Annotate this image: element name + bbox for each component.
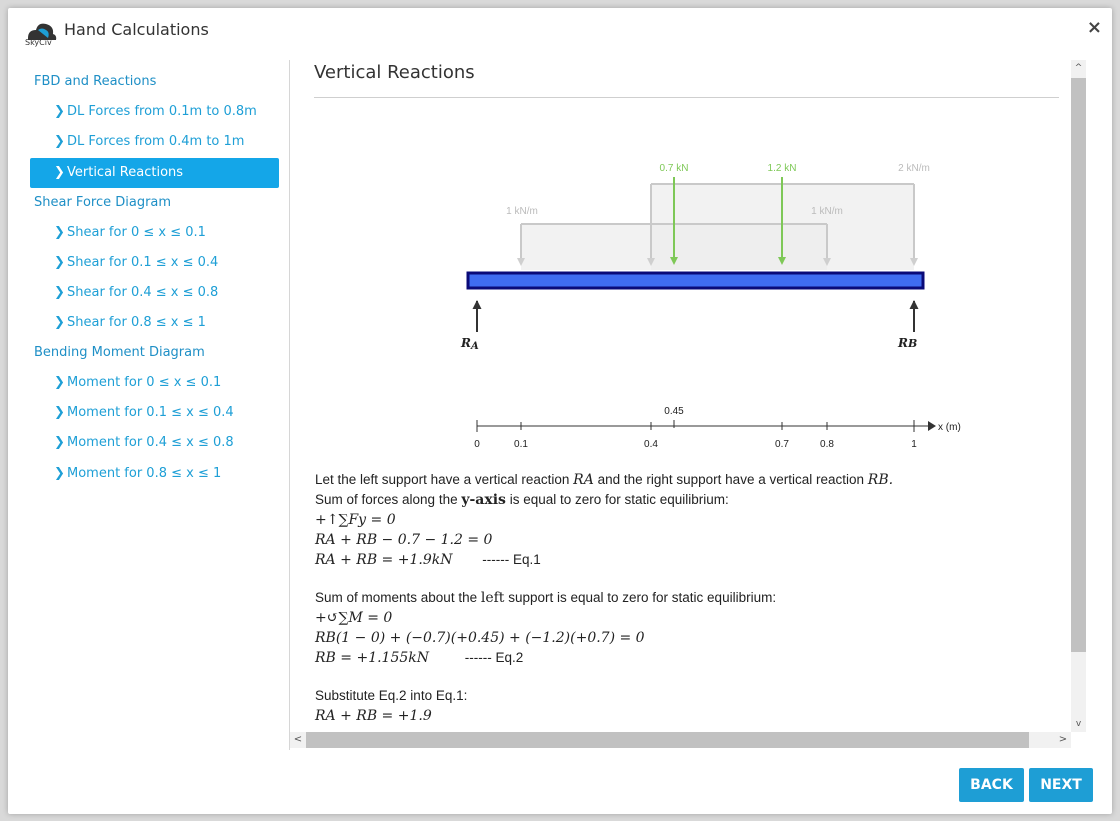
content-panel: Vertical Reactions 1 kN/m 1 kN/m 2 kN/m … (298, 60, 1071, 732)
equation-1: RA + RB = +1.9kN (315, 552, 453, 568)
reaction-label-a: RA (460, 336, 479, 352)
scroll-down-icon[interactable]: v (1071, 716, 1086, 732)
chevron-right-icon: ❯ (54, 134, 65, 149)
axis-top-tick-label: 0.45 (664, 406, 684, 417)
udl-label-top: 2 kN/m (898, 163, 930, 174)
hand-calculations-modal: SkyCiv Hand Calculations × FBD and React… (8, 8, 1112, 814)
sidebar-item-bending-moment-diagram[interactable]: Bending Moment Diagram (30, 338, 279, 368)
beam (466, 271, 925, 290)
sidebar-item-label: Shear for 0.1 ≤ x ≤ 0.4 (67, 255, 219, 270)
sidebar-item-label: Shear for 0.4 ≤ x ≤ 0.8 (67, 285, 219, 300)
sidebar-item-label: Shear for 0.8 ≤ x ≤ 1 (67, 315, 206, 330)
sidebar-item-shear-0.4-0.8[interactable]: ❯ Shear for 0.4 ≤ x ≤ 0.8 (30, 278, 279, 308)
equation-moments: RB(1 − 0) + (−0.7)(+0.45) + (−1.2)(+0.7)… (315, 630, 645, 646)
sidebar-nav: FBD and Reactions ❯ DL Forces from 0.1m t… (30, 60, 280, 750)
close-icon[interactable]: × (1087, 17, 1102, 38)
equation-1-tag: ------ Eq.1 (482, 552, 541, 567)
text-intro-a: Let the left support have a vertical rea… (315, 472, 570, 487)
equation-forces: RA + RB − 0.7 − 1.2 = 0 (315, 532, 493, 548)
paragraph-intro: Let the left support have a vertical rea… (315, 470, 893, 570)
sidebar-item-moment-0.8-1[interactable]: ❯ Moment for 0.8 ≤ x ≤ 1 (30, 459, 279, 489)
chevron-right-icon: ❯ (54, 285, 65, 300)
axis-tick-0: 0 (474, 439, 480, 450)
point-load-label-2: 1.2 kN (768, 163, 797, 174)
back-button[interactable]: BACK (959, 768, 1024, 802)
sidebar-item-shear-0-0.1[interactable]: ❯ Shear for 0 ≤ x ≤ 0.1 (30, 218, 279, 248)
reaction-label-b: RB (897, 336, 917, 350)
udl-label-right: 1 kN/m (811, 206, 843, 217)
sidebar-item-label: FBD and Reactions (34, 74, 157, 89)
chevron-right-icon: ❯ (54, 435, 65, 450)
vertical-scroll-thumb[interactable] (1071, 78, 1086, 652)
free-body-diagram: 1 kN/m 1 kN/m 2 kN/m 0.7 kN 1.2 kN RA RB (460, 163, 961, 450)
text-sum-forces-b: is equal to zero for static equilibrium: (509, 492, 729, 507)
sidebar-item-shear-0.1-0.4[interactable]: ❯ Shear for 0.1 ≤ x ≤ 0.4 (30, 248, 279, 278)
sidebar-item-moment-0.4-0.8[interactable]: ❯ Moment for 0.4 ≤ x ≤ 0.8 (30, 428, 279, 458)
text-substitute: Substitute Eq.2 into Eq.1: (315, 688, 468, 703)
scroll-up-icon[interactable]: ^ (1071, 60, 1086, 76)
panel-divider (289, 60, 290, 750)
axis-tick-0.1: 0.1 (514, 439, 528, 450)
sidebar-item-label: Shear Force Diagram (34, 195, 172, 210)
text-intro-b: and the right support have a vertical re… (597, 472, 865, 487)
horizontal-scroll-thumb[interactable] (306, 732, 1029, 748)
next-button[interactable]: NEXT (1029, 768, 1093, 802)
modal-title: Hand Calculations (64, 20, 209, 39)
axis-tick-0.7: 0.7 (775, 439, 789, 450)
equation-sum-fy: +↑∑Fy = 0 (315, 512, 396, 528)
udl-label-left: 1 kN/m (506, 206, 538, 217)
sidebar-item-label: DL Forces from 0.4m to 1m (67, 134, 245, 149)
horizontal-scrollbar[interactable]: < > (290, 732, 1071, 748)
text-sum-moments-a: Sum of moments about the (315, 590, 478, 605)
sidebar-item-label: Moment for 0.1 ≤ x ≤ 0.4 (67, 405, 234, 420)
axis-tick-0.4: 0.4 (644, 439, 658, 450)
math-ra: RA (573, 472, 594, 488)
chevron-right-icon: ❯ (54, 165, 65, 180)
vertical-scrollbar[interactable]: ^ v (1071, 60, 1086, 732)
modal-header: SkyCiv Hand Calculations × (8, 8, 1112, 58)
sidebar-item-vertical-reactions[interactable]: ❯ Vertical Reactions (30, 158, 279, 188)
equation-2: RB = +1.155kN (315, 650, 430, 666)
math-rb: RB. (867, 472, 894, 488)
text-sum-forces-a: Sum of forces along the (315, 492, 458, 507)
sidebar-item-label: Bending Moment Diagram (34, 345, 205, 360)
scroll-right-icon[interactable]: > (1055, 732, 1071, 748)
x-axis-arrowhead (928, 421, 936, 431)
sidebar-item-dl-forces-0.1-0.8[interactable]: ❯ DL Forces from 0.1m to 0.8m (30, 97, 279, 127)
axis-tick-0.8: 0.8 (820, 439, 834, 450)
scroll-left-icon[interactable]: < (290, 732, 306, 748)
sidebar-item-dl-forces-0.4-1[interactable]: ❯ DL Forces from 0.4m to 1m (30, 127, 279, 157)
text-left: left (480, 590, 505, 606)
point-load-label-1: 0.7 kN (660, 163, 689, 174)
paragraph-moments: Sum of moments about the left support is… (315, 588, 776, 668)
equation-2-tag: ------ Eq.2 (464, 650, 524, 665)
sidebar-item-label: Vertical Reactions (67, 165, 184, 180)
text-y-axis: y-axis (461, 492, 506, 508)
sidebar-item-label: Moment for 0.4 ≤ x ≤ 0.8 (67, 435, 234, 450)
sidebar-item-label: Shear for 0 ≤ x ≤ 0.1 (67, 225, 206, 240)
equation-substitute: RA + RB = +1.9 (315, 708, 432, 724)
sidebar-item-shear-force-diagram[interactable]: Shear Force Diagram (30, 188, 279, 218)
sidebar-item-moment-0.1-0.4[interactable]: ❯ Moment for 0.1 ≤ x ≤ 0.4 (30, 398, 279, 428)
sidebar-item-fbd-and-reactions[interactable]: FBD and Reactions (30, 67, 279, 97)
chevron-right-icon: ❯ (54, 255, 65, 270)
sidebar-item-label: Moment for 0 ≤ x ≤ 0.1 (67, 375, 222, 390)
chevron-right-icon: ❯ (54, 466, 65, 481)
x-axis-label: x (m) (938, 422, 961, 433)
sidebar-item-shear-0.8-1[interactable]: ❯ Shear for 0.8 ≤ x ≤ 1 (30, 308, 279, 338)
chevron-right-icon: ❯ (54, 375, 65, 390)
chevron-right-icon: ❯ (54, 405, 65, 420)
chevron-right-icon: ❯ (54, 225, 65, 240)
equation-sum-m: +↺∑M = 0 (315, 610, 393, 626)
sidebar-item-label: DL Forces from 0.1m to 0.8m (67, 104, 257, 119)
text-sum-moments-b: support is equal to zero for static equi… (508, 590, 777, 605)
sidebar-item-label: Moment for 0.8 ≤ x ≤ 1 (67, 466, 222, 481)
sidebar-item-moment-0-0.1[interactable]: ❯ Moment for 0 ≤ x ≤ 0.1 (30, 368, 279, 398)
axis-tick-1: 1 (911, 439, 917, 450)
paragraph-substitute: Substitute Eq.2 into Eq.1: RA + RB = +1.… (315, 686, 467, 726)
chevron-right-icon: ❯ (54, 104, 65, 119)
logo-text: SkyCiv (25, 38, 52, 47)
chevron-right-icon: ❯ (54, 315, 65, 330)
